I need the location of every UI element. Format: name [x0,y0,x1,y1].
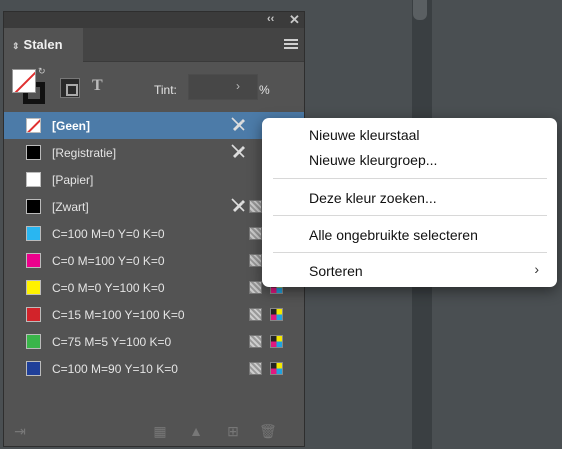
swatch-name: [Registratie] [52,146,117,160]
tab-label: Stalen [23,37,63,52]
swatch-row[interactable]: [Papier] [4,166,304,193]
process-color-mode-icon [249,281,262,294]
tint-input[interactable] [188,74,258,100]
menu-separator [273,215,547,216]
panel-titlebar: ‹‹ ✕ [4,12,304,28]
swatch-color-chip [26,226,41,241]
swatch-row[interactable]: [Zwart] [4,193,304,220]
process-color-mode-icon [249,227,262,240]
swatch-row[interactable]: C=0 M=100 Y=0 K=0 [4,247,304,274]
menu-separator [273,178,547,179]
menu-item-new-color-group[interactable]: Nieuwe kleurgroep... [309,150,437,170]
context-menu: Nieuwe kleurstaal Nieuwe kleurgroep... D… [262,118,557,287]
panel-menu-icon[interactable] [284,39,298,49]
delete-swatch-trash-icon[interactable]: 🗑 [259,423,277,439]
load-swatches-icon[interactable]: ⇥ [12,423,28,439]
process-color-mode-icon [249,335,262,348]
swatch-name: C=15 M=100 Y=100 K=0 [52,308,185,322]
tint-percent-label: % [259,83,270,97]
menu-item-select-unused[interactable]: Alle ongebruikte selecteren [309,225,478,245]
menu-item-sort[interactable]: Sorteren [309,261,363,281]
swatch-row[interactable]: C=75 M=5 Y=100 K=0 [4,328,304,355]
cmyk-color-mode-icon [270,308,283,321]
new-swatch-icon[interactable]: ⊞ [225,423,241,439]
tab-stalen[interactable]: ⇕ Stalen [4,28,83,62]
process-color-mode-icon [249,308,262,321]
panel-footer: ⇥ ▦ ▲ ⊞ 🗑 [4,416,304,446]
swatch-row[interactable]: [Geen] [4,112,304,139]
process-color-mode-icon [249,200,262,213]
close-panel-icon[interactable]: ✕ [289,12,300,28]
menu-item-new-swatch[interactable]: Nieuwe kleurstaal [309,125,420,145]
show-swatch-kinds-icon[interactable]: ▦ [152,423,168,439]
swatch-color-chip [26,199,41,214]
formatting-container-button[interactable] [60,78,80,98]
swatch-color-chip [26,334,41,349]
swatch-row[interactable]: C=100 M=90 Y=10 K=0 [4,355,304,382]
swatch-row[interactable]: C=0 M=0 Y=100 K=0 [4,274,304,301]
fill-swatch-none[interactable] [12,69,36,93]
swatch-color-chip [26,253,41,268]
non-editable-pencil-icon [230,197,246,213]
menu-item-find-color[interactable]: Deze kleur zoeken... [309,188,437,208]
swatch-name: [Papier] [52,173,94,187]
cmyk-color-mode-icon [270,335,283,348]
swatch-list: [Geen] [Registratie] [Papier] [Zwart] C=100 … [4,112,304,382]
swatch-row[interactable]: C=100 M=0 Y=0 K=0 [4,220,304,247]
formatting-text-button[interactable]: T [92,77,103,95]
cmyk-color-mode-icon [270,362,283,375]
swatch-color-chip [26,307,41,322]
swatch-name: [Zwart] [52,200,89,214]
swatch-color-chip [26,172,41,187]
swatch-name: C=75 M=5 Y=100 K=0 [52,335,172,349]
swatch-row[interactable]: C=15 M=100 Y=100 K=0 [4,301,304,328]
swatch-color-chip [26,280,41,295]
swap-fill-stroke-icon[interactable]: ↻ [38,66,46,77]
tint-label: Tint: [154,83,177,97]
swatch-name: C=0 M=100 Y=0 K=0 [52,254,165,268]
swatch-color-chip [26,361,41,376]
swatch-color-chip [26,145,41,160]
submenu-chevron-right-icon: › [534,261,539,277]
swatches-panel: ‹‹ ✕ ⇕ Stalen ↻ T Tint: › % [Geen] [Regist… [3,11,305,447]
swatch-name: C=100 M=90 Y=10 K=0 [52,362,178,376]
panel-tab-row: ⇕ Stalen [4,28,304,62]
collapse-panel-icon[interactable]: ‹‹ [267,13,274,25]
swatch-row[interactable]: [Registratie] [4,139,304,166]
menu-separator [273,252,547,253]
tab-chevron-icon: ⇕ [12,41,20,51]
swatch-name: C=100 M=0 Y=0 K=0 [52,227,165,241]
non-editable-pencil-icon [230,116,246,132]
tint-slider-arrow-icon[interactable]: › [236,79,240,93]
swatch-name: [Geen] [52,119,91,133]
swatch-controls: ↻ T Tint: › % [4,62,304,112]
swatch-name: C=0 M=0 Y=100 K=0 [52,281,165,295]
process-color-mode-icon [249,362,262,375]
non-editable-pencil-icon [230,143,246,159]
process-color-mode-icon [249,254,262,267]
new-color-group-folder-icon[interactable]: ▲ [188,423,204,439]
swatch-color-chip [26,118,41,133]
